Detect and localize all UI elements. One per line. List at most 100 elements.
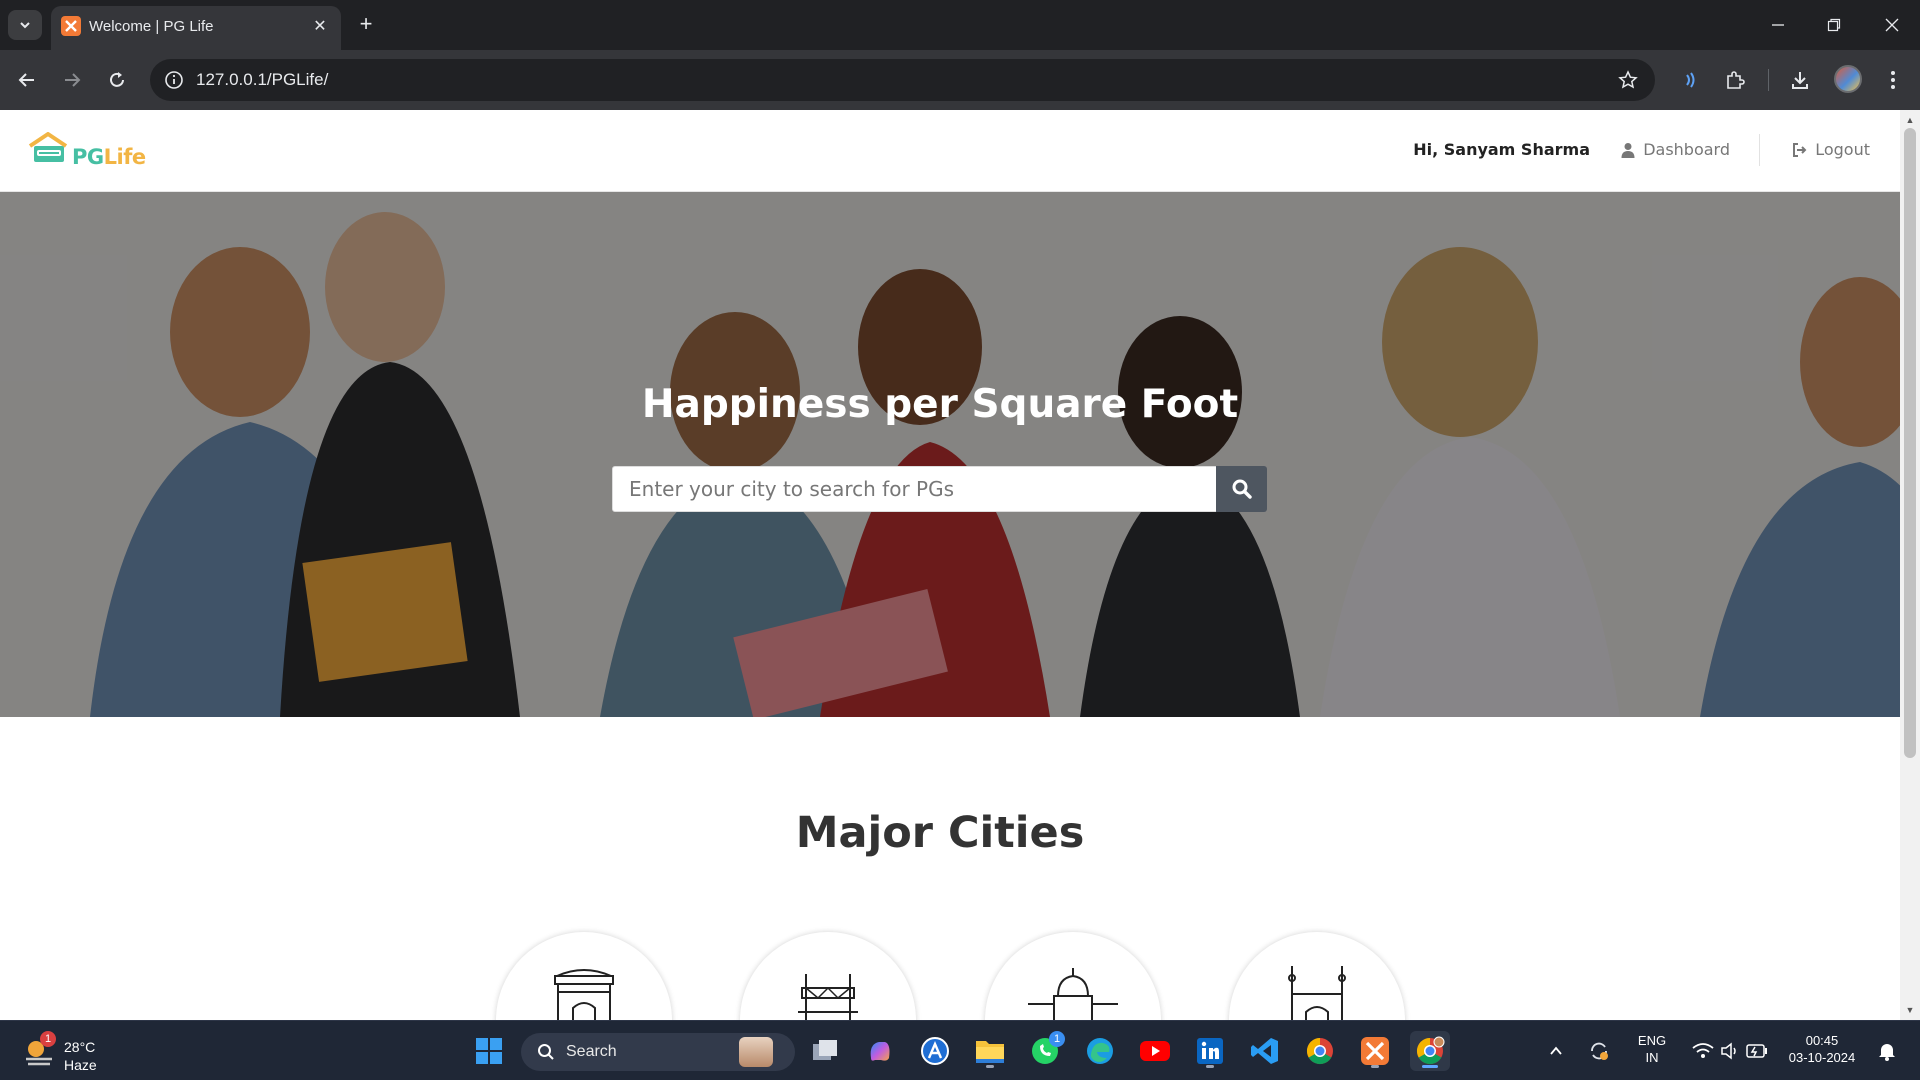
browser-tab-strip: Welcome | PG Life ✕ + xyxy=(0,0,1920,50)
chrome-profile-icon xyxy=(1416,1036,1445,1065)
taskbar-app-linkedin[interactable] xyxy=(1190,1031,1230,1071)
minimize-icon xyxy=(1772,24,1784,26)
city-card-mumbai[interactable] xyxy=(985,932,1161,1020)
restore-icon xyxy=(1827,18,1841,32)
back-button[interactable] xyxy=(9,62,45,98)
clock-date: 03-10-2024 xyxy=(1788,1050,1856,1065)
tab-title: Welcome | PG Life xyxy=(89,18,214,35)
dashboard-label: Dashboard xyxy=(1643,140,1730,159)
chevron-up-icon xyxy=(1550,1046,1562,1055)
dashboard-link[interactable]: Dashboard xyxy=(1621,140,1730,159)
taskbar-app-edge[interactable] xyxy=(1080,1031,1120,1071)
copilot-icon xyxy=(870,1042,890,1061)
language-indicator[interactable]: ENG IN xyxy=(1630,1032,1674,1066)
city-card-hyderabad[interactable] xyxy=(1229,932,1405,1020)
taskbar-search-label: Search xyxy=(566,1043,617,1060)
scroll-down-arrow[interactable]: ▼ xyxy=(1904,1004,1916,1016)
weather-badge: 1 xyxy=(40,1031,56,1047)
city-search-box xyxy=(612,466,1218,512)
search-submit-button[interactable] xyxy=(1216,466,1267,512)
city-card-kolkata[interactable] xyxy=(740,932,916,1020)
address-bar[interactable]: 127.0.0.1/PGLife/ xyxy=(150,59,1655,101)
extensions-puzzle-icon[interactable] xyxy=(1717,62,1753,98)
running-indicator xyxy=(986,1065,994,1068)
taskbar-app-store-a[interactable] xyxy=(915,1031,955,1071)
taskbar-app-xampp[interactable] xyxy=(1355,1031,1395,1071)
sync-status-icon[interactable] xyxy=(1582,1031,1616,1071)
weather-temperature: 28°C xyxy=(64,1039,96,1055)
taskbar-app-youtube[interactable] xyxy=(1135,1031,1175,1071)
chevron-down-icon xyxy=(20,22,30,29)
reload-button[interactable] xyxy=(99,62,135,98)
reload-icon xyxy=(110,72,124,87)
charminar-icon xyxy=(1288,966,1346,1020)
arrow-right-icon xyxy=(65,73,81,87)
mosque-dome-icon xyxy=(1028,968,1118,1020)
windows-taskbar: 1 28°C Haze Search 1 ENG IN 00:45 03-10-… xyxy=(0,1020,1920,1080)
page-scrollbar[interactable]: ▲ ▼ xyxy=(1900,110,1920,1020)
taskbar-app-chrome[interactable] xyxy=(1300,1031,1340,1071)
logout-link[interactable]: Logout xyxy=(1791,140,1870,159)
close-window-button[interactable] xyxy=(1864,0,1920,50)
browser-toolbar: 127.0.0.1/PGLife/ xyxy=(0,50,1920,110)
web-page: PGLife Hi, Sanyam Sharma Dashboard Logou… xyxy=(0,110,1900,1020)
vscode-icon xyxy=(1251,1038,1278,1064)
forward-button[interactable] xyxy=(54,62,90,98)
task-view-icon xyxy=(813,1040,837,1060)
notification-bell-icon[interactable] xyxy=(1872,1031,1902,1071)
city-card-delhi[interactable] xyxy=(496,932,672,1020)
minimize-button[interactable] xyxy=(1750,0,1806,50)
bookmark-star-icon[interactable] xyxy=(1615,67,1641,93)
wifi-icon xyxy=(1692,1043,1714,1058)
search-highlight-image xyxy=(739,1037,773,1067)
user-greeting: Hi, Sanyam Sharma xyxy=(1413,140,1590,159)
site-header: PGLife Hi, Sanyam Sharma Dashboard Logou… xyxy=(0,110,1900,192)
arrow-left-icon xyxy=(18,73,34,87)
taskbar-app-whatsapp[interactable]: 1 xyxy=(1025,1031,1065,1071)
taskbar-app-file-explorer[interactable] xyxy=(970,1031,1010,1071)
weather-widget[interactable]: 1 28°C Haze xyxy=(22,1031,142,1073)
whatsapp-badge: 1 xyxy=(1049,1031,1065,1047)
scrollbar-thumb[interactable] xyxy=(1904,128,1916,758)
network-volume-battery[interactable] xyxy=(1680,1031,1780,1071)
read-aloud-icon[interactable] xyxy=(1672,62,1708,98)
toolbar-separator xyxy=(1768,69,1769,91)
taskbar-app-chrome-profile-active[interactable] xyxy=(1410,1031,1450,1071)
browser-menu-icon[interactable] xyxy=(1875,62,1911,98)
restore-button[interactable] xyxy=(1806,0,1862,50)
task-view-button[interactable] xyxy=(805,1031,845,1071)
new-tab-button[interactable]: + xyxy=(352,10,380,38)
downloads-icon[interactable] xyxy=(1782,62,1818,98)
user-icon xyxy=(1621,142,1635,158)
tab-search-button[interactable] xyxy=(8,10,42,40)
city-search-input[interactable] xyxy=(613,467,1217,511)
address-url[interactable]: 127.0.0.1/PGLife/ xyxy=(196,70,328,90)
tab-close-icon[interactable]: ✕ xyxy=(309,15,331,37)
site-logo[interactable]: PGLife xyxy=(28,132,148,172)
profile-avatar[interactable] xyxy=(1834,65,1862,93)
show-hidden-icons-button[interactable] xyxy=(1542,1031,1570,1071)
system-clock[interactable]: 00:45 03-10-2024 xyxy=(1782,1032,1862,1066)
taskbar-app-copilot[interactable] xyxy=(860,1031,900,1071)
hero-title: Happiness per Square Foot xyxy=(641,382,1239,427)
sign-out-icon xyxy=(1793,142,1807,157)
india-gate-icon xyxy=(554,969,614,1020)
chrome-icon xyxy=(1306,1037,1333,1065)
scroll-up-arrow[interactable]: ▲ xyxy=(1904,114,1916,126)
volume-icon xyxy=(1721,1042,1736,1060)
folder-icon xyxy=(976,1041,1004,1063)
taskbar-app-vscode[interactable] xyxy=(1245,1031,1285,1071)
logo-wordmark: PGLife xyxy=(72,145,146,169)
site-info-icon[interactable] xyxy=(162,68,186,92)
start-button[interactable] xyxy=(469,1031,509,1071)
windows-logo-icon xyxy=(476,1038,502,1064)
active-indicator xyxy=(1422,1065,1438,1068)
xampp-icon xyxy=(1361,1037,1389,1065)
search-icon xyxy=(538,1044,554,1060)
major-cities-title: Major Cities xyxy=(795,808,1085,858)
howrah-bridge-icon xyxy=(798,974,858,1020)
xampp-favicon-icon xyxy=(61,16,81,36)
browser-tab-active[interactable]: Welcome | PG Life ✕ xyxy=(51,6,341,50)
taskbar-search[interactable]: Search xyxy=(521,1033,795,1071)
weather-condition: Haze xyxy=(64,1057,97,1073)
